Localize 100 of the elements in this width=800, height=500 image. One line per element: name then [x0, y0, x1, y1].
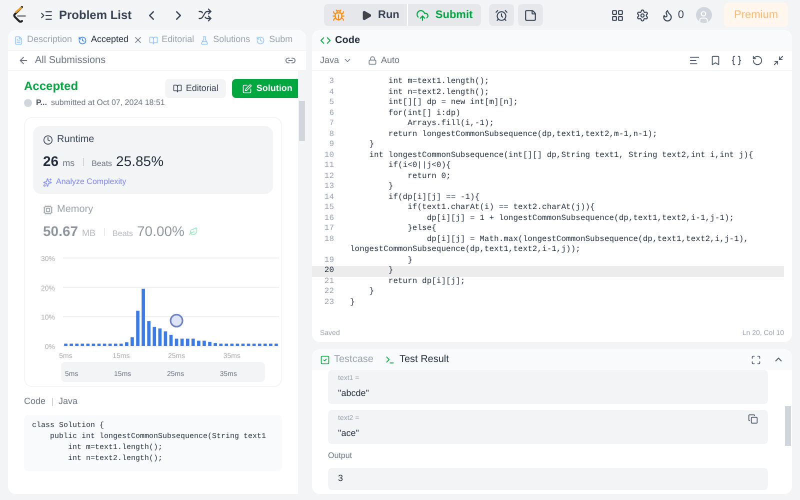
sparkle-icon	[43, 178, 52, 186]
play-icon	[361, 10, 372, 20]
panel-tab[interactable]: Description	[14, 33, 72, 47]
bookmark-icon[interactable]	[710, 55, 721, 66]
book-icon	[172, 84, 182, 93]
code-line: return longestCommonSubsequence(dp,text1,text2,m-1,n-1);	[387, 130, 658, 140]
line-number: 14	[323, 192, 335, 203]
chart-bar[interactable]	[86, 344, 90, 346]
timer-button[interactable]	[488, 4, 514, 26]
chart-bar[interactable]	[164, 331, 168, 346]
chart-bar[interactable]	[236, 344, 240, 346]
line-number: 21	[323, 276, 335, 287]
format-icon[interactable]	[689, 55, 700, 66]
link-icon[interactable]	[285, 55, 296, 66]
metric-card[interactable]: Runtime 26 ms Beats 25.85% Analyze Complexity	[33, 126, 273, 194]
chart-bar[interactable]	[75, 344, 78, 346]
submit-button[interactable]: Submit	[407, 4, 481, 26]
chart-bar[interactable]	[258, 344, 262, 346]
line-number: 6	[328, 108, 335, 119]
beats-label: Beats	[92, 158, 112, 170]
chart-bar[interactable]	[169, 334, 173, 346]
line-number: 4	[328, 88, 335, 98]
history-icon	[78, 36, 88, 44]
leaf-icon	[188, 227, 198, 236]
chart-bar[interactable]	[192, 338, 195, 346]
chart-bar[interactable]	[80, 344, 84, 346]
beats-label: Beats	[112, 228, 134, 240]
metric-value: 26	[43, 152, 59, 171]
chart-bar[interactable]	[120, 344, 123, 346]
code-line: int[][] dp = new int[m][n];	[387, 98, 520, 108]
panel-tab[interactable]: Solutions	[200, 33, 250, 47]
chart-bar[interactable]	[186, 338, 190, 346]
copy-icon[interactable]	[748, 414, 758, 424]
clock-icon	[43, 134, 53, 144]
code-line: Arrays.fill(i,-1);	[406, 119, 496, 130]
chart-bar[interactable]	[152, 326, 156, 346]
beats-percent: 70.00%	[137, 222, 184, 241]
chart-bar[interactable]	[102, 344, 106, 346]
user-name: P...	[36, 97, 47, 109]
solution-button[interactable]: Solution	[232, 79, 298, 98]
chart-bar[interactable]	[269, 344, 272, 346]
chart-bar[interactable]	[202, 340, 206, 346]
panel-tab[interactable]: Test Result	[385, 352, 449, 367]
chart-bar[interactable]	[224, 344, 228, 346]
chart-bar[interactable]	[64, 344, 68, 346]
chart-bar[interactable]	[246, 344, 250, 346]
notes-button[interactable]	[518, 4, 543, 26]
all-submissions-link[interactable]: All Submissions	[18, 53, 106, 68]
code-line: }	[387, 266, 394, 276]
shuffle-icon[interactable]	[198, 8, 212, 22]
chart-bar[interactable]	[180, 338, 184, 346]
code-line: return dp[i][j];	[387, 276, 466, 287]
maximize-icon[interactable]	[751, 354, 761, 364]
language-select[interactable]: Java	[320, 54, 352, 68]
panel-tab[interactable]: Testcase	[320, 352, 374, 367]
code-line: int m=text1.length();	[387, 77, 490, 88]
chart-bar[interactable]	[158, 328, 162, 346]
chart-bar[interactable]	[97, 344, 101, 346]
chart-bar[interactable]	[92, 344, 96, 346]
close-icon[interactable]	[132, 35, 143, 45]
settings-icon[interactable]	[636, 8, 649, 22]
chart-bar[interactable]	[130, 337, 134, 346]
chart-bar[interactable]	[230, 344, 234, 346]
problem-list-button[interactable]: Problem List	[40, 6, 132, 24]
chart-bar[interactable]	[147, 321, 150, 346]
line-number: 17	[323, 224, 335, 234]
metric-unit: ms	[62, 157, 75, 170]
metric-value: 50.67	[43, 222, 78, 241]
chart-bar[interactable]	[70, 344, 73, 346]
code-line: if(dp[i][j] == -1){	[387, 192, 481, 203]
chart-bar[interactable]	[174, 338, 178, 346]
line-number: 20	[323, 266, 335, 276]
back-arrow-icon	[18, 55, 29, 66]
chart-bar[interactable]	[208, 342, 212, 346]
line-number: 5	[328, 98, 335, 108]
chart-bar[interactable]	[264, 344, 267, 346]
chart-bar[interactable]	[108, 344, 112, 346]
chart-bar[interactable]	[114, 344, 118, 346]
reset-icon[interactable]	[752, 55, 763, 66]
flame-icon[interactable]	[660, 8, 674, 22]
panel-tab[interactable]: Accepted	[78, 33, 143, 47]
logo-icon[interactable]	[12, 6, 28, 24]
analyze-complexity-link[interactable]: Analyze Complexity	[43, 176, 126, 188]
chart-bar[interactable]	[197, 340, 200, 346]
chart-bar[interactable]	[125, 342, 128, 346]
panel-title: Code	[335, 34, 360, 48]
braces-icon[interactable]	[731, 55, 742, 66]
line-number: 19	[323, 256, 335, 266]
chart-bar[interactable]	[219, 344, 222, 346]
editorial-button[interactable]: Editorial	[164, 79, 226, 98]
panel-tab[interactable]: Subm	[256, 33, 293, 47]
panel-tab[interactable]: Editorial	[148, 33, 194, 47]
chart-bar[interactable]	[274, 344, 278, 346]
line-number: 22	[323, 287, 335, 298]
grid-icon[interactable]	[610, 8, 624, 22]
chart-bar[interactable]	[241, 344, 245, 346]
code-line: for(int[] i:dp)	[387, 108, 462, 119]
minimize-icon[interactable]	[773, 55, 784, 66]
code-line: dp[i][j] = 1 + longestCommonSubsequence(dp,text1,text2,i-1,j-1);	[426, 214, 736, 224]
chart-bar[interactable]	[252, 344, 256, 346]
